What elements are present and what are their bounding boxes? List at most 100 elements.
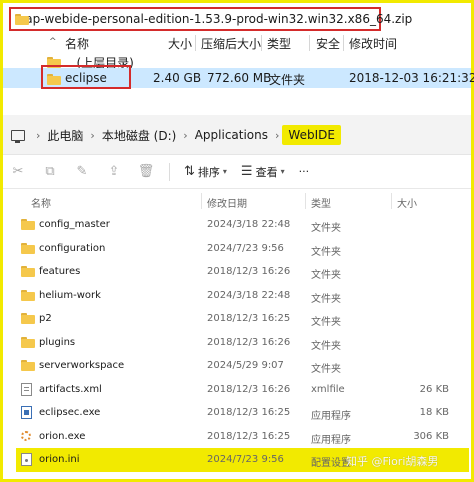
file-type: 文件夹	[311, 246, 341, 258]
col-type[interactable]: 类型	[311, 195, 331, 210]
file-modified: 2018/12/3 16:25	[207, 430, 291, 442]
sort-arrow-icon: ^	[49, 37, 57, 47]
sort-label: 排序	[197, 165, 220, 179]
chevron-right-icon: ›	[36, 128, 41, 142]
file-modified: 2018/12/3 16:25	[207, 407, 291, 418]
rename-icon[interactable]: ✎	[73, 163, 91, 181]
file-modified: 2018/12/3 16:26	[207, 336, 291, 348]
file-modified: 2018/12/3 16:26	[207, 266, 291, 277]
annotation-box	[41, 65, 131, 89]
file-name: configuration	[39, 242, 106, 254]
col-compressed[interactable]: 压缩后大小	[201, 35, 261, 52]
file-modified: 2024/7/23 9:56	[207, 454, 284, 465]
file-size: 306 KB	[413, 430, 449, 442]
copy-icon[interactable]: ⧉	[41, 163, 59, 181]
file-row[interactable]: orion.exe 2018/12/3 16:25 应用程序 306 KB	[3, 425, 471, 449]
watermark: 知乎 @Fiori胡森男	[346, 455, 439, 468]
more-button[interactable]: ···	[299, 165, 310, 178]
file-name: artifacts.xml	[39, 383, 102, 395]
xml-file-icon	[21, 382, 32, 396]
entry-modified: 2018-12-03 16:21:32	[349, 71, 474, 85]
file-type: 应用程序	[311, 434, 351, 446]
archive-column-header: ^ 名称 大小 压缩后大小 类型 安全 修改时间	[3, 33, 471, 53]
file-type: 文件夹	[311, 340, 341, 352]
file-type: 文件夹	[311, 223, 341, 234]
chevron-right-icon: ›	[183, 128, 188, 142]
ini-file-icon	[21, 453, 32, 466]
file-name: features	[39, 266, 81, 277]
command-bar: ✂ ⧉ ✎ ⇪ 🗑 ⇅ 排序 ▾ ☰ 查看 ▾ ···	[3, 155, 471, 189]
file-row[interactable]: features 2018/12/3 16:26 文件夹	[3, 260, 471, 284]
file-modified: 2024/3/18 22:48	[207, 289, 291, 301]
file-row[interactable]: p2 2018/12/3 16:25 文件夹	[3, 307, 471, 331]
archive-path: sap-webide-personal-edition-1.53.9-prod-…	[9, 7, 412, 31]
breadcrumb-webide[interactable]: WebIDE	[282, 125, 341, 145]
file-row[interactable]: helium-work 2024/3/18 22:48 文件夹	[3, 284, 471, 308]
chevron-right-icon: ›	[90, 128, 95, 142]
archive-view: sap-webide-personal-edition-1.53.9-prod-…	[3, 3, 474, 115]
orion-icon	[21, 430, 31, 441]
folder-icon	[21, 242, 35, 254]
view-button[interactable]: ☰ 查看 ▾	[241, 164, 285, 180]
file-explorer: › 此电脑 › 本地磁盘 (D:) › Applications › WebID…	[3, 115, 471, 479]
chevron-down-icon: ▾	[222, 167, 227, 176]
chevron-right-icon: ›	[275, 128, 280, 142]
file-size: 18 KB	[419, 407, 449, 418]
file-row[interactable]: orion.ini 2024/7/23 9:56 配置设置 知乎 @Fiori胡森男	[16, 448, 469, 472]
address-bar[interactable]: › 此电脑 › 本地磁盘 (D:) › Applications › WebID…	[3, 115, 471, 155]
chevron-down-icon: ▾	[280, 167, 285, 176]
folder-icon	[21, 219, 35, 230]
file-size: 26 KB	[419, 383, 449, 395]
view-icon: ☰	[240, 164, 253, 179]
file-type: 文件夹	[311, 364, 341, 375]
file-name: config_master	[39, 219, 110, 230]
file-name: orion.exe	[39, 430, 86, 442]
file-modified: 2018/12/3 16:26	[207, 383, 291, 395]
archive-filename: sap-webide-personal-edition-1.53.9-prod-…	[19, 12, 413, 26]
file-row[interactable]: configuration 2024/7/23 9:56 文件夹	[3, 237, 471, 261]
file-modified: 2024/3/18 22:48	[207, 219, 291, 230]
file-row[interactable]: eclipsec.exe 2018/12/3 16:25 应用程序 18 KB	[3, 401, 471, 425]
sort-button[interactable]: ⇅ 排序 ▾	[184, 164, 227, 180]
cut-icon[interactable]: ✂	[9, 163, 27, 181]
entry-compressed: 772.60 MB	[207, 71, 272, 85]
delete-icon[interactable]: 🗑	[137, 163, 155, 181]
col-modified[interactable]: 修改日期	[207, 195, 247, 210]
file-row[interactable]: serverworkspace 2024/5/29 9:07 文件夹	[3, 354, 471, 378]
file-name: p2	[39, 313, 52, 324]
col-name[interactable]: 名称	[65, 35, 89, 52]
col-size[interactable]: 大小	[397, 195, 417, 210]
share-icon[interactable]: ⇪	[105, 163, 123, 181]
col-size[interactable]: 大小	[168, 35, 192, 52]
exe-file-icon	[21, 406, 32, 419]
file-row[interactable]: artifacts.xml 2018/12/3 16:26 xmlfile 26 KB	[3, 378, 471, 402]
file-name: helium-work	[39, 289, 101, 301]
breadcrumb-drive-d[interactable]: 本地磁盘 (D:)	[98, 127, 180, 144]
file-name: serverworkspace	[39, 360, 125, 371]
folder-icon	[21, 360, 35, 371]
file-modified: 2024/7/23 9:56	[207, 242, 284, 254]
file-type: 文件夹	[311, 317, 341, 328]
entry-type: 文件夹	[269, 73, 306, 87]
col-name[interactable]: 名称	[31, 195, 51, 210]
file-name: eclipsec.exe	[39, 407, 101, 418]
breadcrumb-this-pc[interactable]: 此电脑	[43, 127, 87, 144]
view-label: 查看	[255, 165, 278, 179]
file-type: 应用程序	[311, 411, 351, 422]
file-name: orion.ini	[39, 454, 80, 465]
more-icon: ···	[298, 165, 310, 178]
col-type[interactable]: 类型	[267, 35, 291, 52]
breadcrumb-applications[interactable]: Applications	[191, 128, 272, 142]
col-security[interactable]: 安全	[316, 35, 340, 52]
file-name: plugins	[39, 336, 76, 348]
monitor-icon[interactable]	[11, 129, 25, 143]
file-type: 文件夹	[311, 293, 341, 305]
file-row[interactable]: plugins 2018/12/3 16:26 文件夹	[3, 331, 471, 355]
file-modified: 2018/12/3 16:25	[207, 313, 291, 324]
file-modified: 2024/5/29 9:07	[207, 360, 284, 371]
folder-icon	[21, 266, 35, 277]
folder-icon	[21, 336, 35, 348]
file-row[interactable]: config_master 2024/3/18 22:48 文件夹	[3, 213, 471, 237]
breadcrumb: › 此电脑 › 本地磁盘 (D:) › Applications › WebID…	[11, 124, 341, 146]
col-modified[interactable]: 修改时间	[349, 35, 397, 52]
